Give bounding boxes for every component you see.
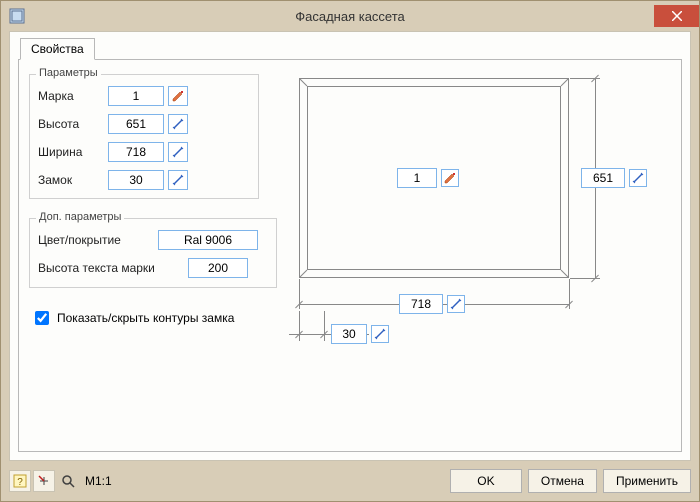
measure-icon [632, 172, 644, 184]
input-lock[interactable] [108, 170, 164, 190]
edit-mark-button[interactable] [168, 86, 188, 106]
measure-icon [172, 118, 184, 130]
bottom-bar: ? М1:1 OK Отмена Применить [9, 467, 691, 495]
measure-lock-button[interactable] [168, 170, 188, 190]
measure-height-button[interactable] [168, 114, 188, 134]
titlebar: Фасадная кассета [1, 1, 699, 31]
checkbox-row-show-lock[interactable]: Показать/скрыть контуры замка [31, 308, 234, 328]
tabstrip: Свойства [20, 38, 95, 60]
preview-input-height[interactable] [581, 168, 625, 188]
preview-measure-height-button[interactable] [629, 169, 647, 187]
preview-measure-width-button[interactable] [447, 295, 465, 313]
measure-icon [450, 298, 462, 310]
fieldset-extra: Доп. параметры Цвет/покрытие Высота текс… [29, 218, 277, 288]
label-lock: Замок [38, 173, 108, 187]
cursor-icon [37, 474, 51, 488]
apply-button[interactable]: Применить [603, 469, 691, 493]
pencil-icon [444, 172, 456, 184]
pencil-icon [172, 90, 184, 102]
cancel-button[interactable]: Отмена [528, 469, 597, 493]
preview-input-mark[interactable] [397, 168, 437, 188]
measure-icon [172, 174, 184, 186]
measure-width-button[interactable] [168, 142, 188, 162]
input-text-height[interactable] [188, 258, 248, 278]
tab-panel: Параметры Марка Высота Ширина [18, 59, 682, 452]
preview-measure-lock-button[interactable] [371, 325, 389, 343]
app-icon [9, 8, 25, 24]
checkbox-label: Показать/скрыть контуры замка [57, 311, 234, 325]
input-width[interactable] [108, 142, 164, 162]
help-icon: ? [13, 474, 27, 488]
point-button[interactable] [33, 470, 55, 492]
ok-button[interactable]: OK [450, 469, 522, 493]
label-height: Высота [38, 117, 108, 131]
preview-input-lock[interactable] [331, 324, 367, 344]
checkbox-show-lock[interactable] [35, 311, 49, 325]
tab-properties[interactable]: Свойства [20, 38, 95, 60]
legend-extra: Доп. параметры [36, 211, 124, 223]
close-button[interactable] [654, 5, 699, 27]
preview-area [289, 68, 673, 443]
input-mark[interactable] [108, 86, 164, 106]
dialog-window: Фасадная кассета Свойства Параметры Марк… [0, 0, 700, 502]
zoom-button[interactable] [57, 470, 79, 492]
input-height[interactable] [108, 114, 164, 134]
input-color[interactable] [158, 230, 258, 250]
preview-input-width[interactable] [399, 294, 443, 314]
client-area: Свойства Параметры Марка Высота [9, 31, 691, 461]
svg-text:?: ? [17, 477, 23, 488]
label-text-height: Высота текста марки [38, 261, 188, 275]
label-width: Ширина [38, 145, 108, 159]
help-button[interactable]: ? [9, 470, 31, 492]
magnifier-icon [61, 474, 75, 488]
label-color: Цвет/покрытие [38, 233, 158, 247]
measure-icon [172, 146, 184, 158]
measure-icon [374, 328, 386, 340]
label-mark: Марка [38, 89, 108, 103]
window-title: Фасадная кассета [1, 9, 699, 24]
zoom-label: М1:1 [85, 474, 112, 488]
legend-parameters: Параметры [36, 67, 101, 79]
fieldset-parameters: Параметры Марка Высота Ширина [29, 74, 259, 199]
preview-edit-mark-button[interactable] [441, 169, 459, 187]
